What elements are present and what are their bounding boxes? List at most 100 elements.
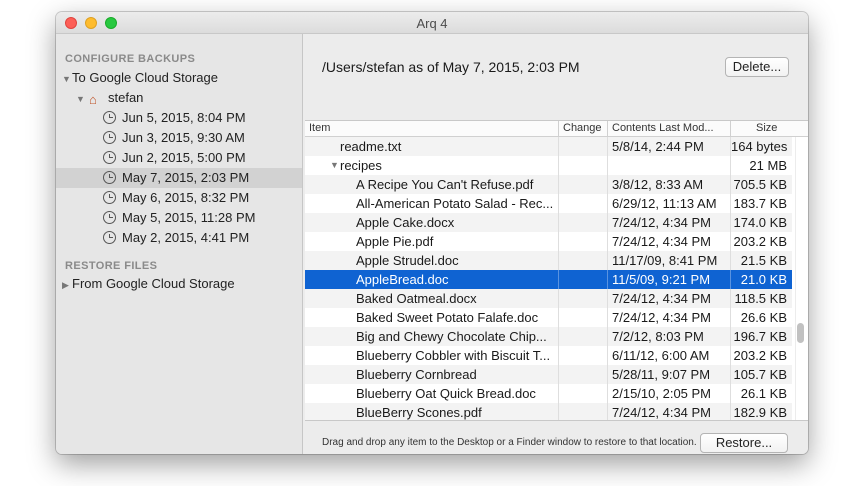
item-size: 174.0 KB — [730, 213, 792, 232]
snapshot-label: Jun 3, 2015, 9:30 AM — [122, 130, 245, 145]
item-change — [558, 327, 607, 346]
title-bar[interactable]: Arq 4 — [56, 12, 808, 34]
table-row[interactable]: Blueberry Cornbread 5/28/11, 9:07 PM 105… — [305, 365, 792, 384]
item-modified: 7/24/12, 4:34 PM — [607, 289, 730, 308]
table-row[interactable]: Blueberry Oat Quick Bread.doc 2/15/10, 2… — [305, 384, 792, 403]
sidebar-item-destination[interactable]: ▼To Google Cloud Storage — [56, 68, 302, 88]
clock-icon — [103, 151, 116, 164]
column-header-item[interactable]: Item — [305, 121, 558, 137]
snapshot-label: Jun 5, 2015, 8:04 PM — [122, 110, 246, 125]
item-modified: 6/29/12, 11:13 AM — [607, 194, 730, 213]
item-modified — [607, 156, 730, 175]
item-name: A Recipe You Can't Refuse.pdf — [356, 177, 534, 192]
item-modified: 11/17/09, 8:41 PM — [607, 251, 730, 270]
sidebar-item-snapshot[interactable]: May 6, 2015, 8:32 PM — [56, 188, 302, 208]
sidebar-item-snapshot[interactable]: Jun 2, 2015, 5:00 PM — [56, 148, 302, 168]
delete-button[interactable]: Delete... — [725, 57, 789, 77]
item-change — [558, 289, 607, 308]
snapshot-label: May 5, 2015, 11:28 PM — [122, 210, 256, 225]
sidebar-item-snapshot[interactable]: Jun 5, 2015, 8:04 PM — [56, 108, 302, 128]
item-size: 182.9 KB — [730, 403, 792, 420]
item-size: 705.5 KB — [730, 175, 792, 194]
table-row-selected[interactable]: AppleBread.doc 11/5/09, 9:21 PM 21.0 KB — [305, 270, 792, 289]
item-modified: 6/11/12, 6:00 AM — [607, 346, 730, 365]
item-size: 21.5 KB — [730, 251, 792, 270]
table-row[interactable]: Blueberry Cobbler with Biscuit T... 6/11… — [305, 346, 792, 365]
item-size: 203.2 KB — [730, 232, 792, 251]
clock-icon — [103, 191, 116, 204]
disclosure-open-icon[interactable]: ▼ — [62, 69, 72, 89]
restore-button[interactable]: Restore... — [700, 433, 788, 453]
clock-icon — [103, 231, 116, 244]
folder-label: stefan — [108, 90, 144, 105]
column-header-change[interactable]: Change — [558, 121, 607, 137]
item-change — [558, 346, 607, 365]
column-header-size[interactable]: Size — [730, 121, 792, 137]
item-change — [558, 365, 607, 384]
restore-hint-text: Drag and drop any item to the Desktop or… — [322, 437, 697, 448]
sidebar-item-snapshot-selected[interactable]: May 7, 2015, 2:03 PM — [56, 168, 302, 188]
scrollbar-thumb[interactable] — [797, 323, 804, 343]
sidebar-item-folder[interactable]: ▼ ⌂ stefan — [56, 88, 302, 108]
clock-icon — [103, 111, 116, 124]
item-size: 183.7 KB — [730, 194, 792, 213]
table-row[interactable]: ▼ recipes 21 MB — [305, 156, 792, 175]
item-change — [558, 251, 607, 270]
item-modified: 2/15/10, 2:05 PM — [607, 384, 730, 403]
item-name: Apple Pie.pdf — [356, 234, 434, 249]
item-size: 26.1 KB — [730, 384, 792, 403]
sidebar-item-snapshot[interactable]: May 5, 2015, 11:28 PM — [56, 208, 302, 228]
item-size: 21.0 KB — [730, 270, 792, 289]
item-change — [558, 213, 607, 232]
disclosure-closed-icon[interactable]: ▶ — [62, 275, 72, 295]
table-header: Item Change Contents Last Mod... Size — [305, 121, 808, 137]
destination-label: To Google Cloud Storage — [72, 70, 218, 85]
table-row[interactable]: All-American Potato Salad - Rec... 6/29/… — [305, 194, 792, 213]
item-change — [558, 403, 607, 420]
clock-icon — [103, 131, 116, 144]
table-row[interactable]: Apple Cake.docx 7/24/12, 4:34 PM 174.0 K… — [305, 213, 792, 232]
sidebar-item-restore-source[interactable]: ▶ From Google Cloud Storage — [56, 274, 302, 294]
item-change — [558, 175, 607, 194]
arq-window: Arq 4 CONFIGURE BACKUPS ▼To Google Cloud… — [56, 12, 808, 454]
column-header-modified[interactable]: Contents Last Mod... — [607, 121, 730, 137]
item-size: 203.2 KB — [730, 346, 792, 365]
item-name: Blueberry Cornbread — [356, 367, 477, 382]
table-row[interactable]: BlueBerry Scones.pdf 7/24/12, 4:34 PM 18… — [305, 403, 792, 420]
sidebar: CONFIGURE BACKUPS ▼To Google Cloud Stora… — [56, 34, 303, 454]
item-size: 164 bytes — [730, 137, 792, 156]
item-change — [558, 137, 607, 156]
item-name: Blueberry Oat Quick Bread.doc — [356, 386, 536, 401]
item-modified: 7/24/12, 4:34 PM — [607, 232, 730, 251]
item-modified: 7/24/12, 4:34 PM — [607, 403, 730, 420]
home-folder-icon: ⌂ — [89, 92, 97, 107]
item-modified: 5/28/11, 9:07 PM — [607, 365, 730, 384]
table-row[interactable]: Baked Oatmeal.docx 7/24/12, 4:34 PM 118.… — [305, 289, 792, 308]
item-size: 196.7 KB — [730, 327, 792, 346]
disclosure-open-icon[interactable]: ▼ — [330, 156, 340, 175]
sidebar-item-snapshot[interactable]: May 2, 2015, 4:41 PM — [56, 228, 302, 248]
table-row[interactable]: Apple Pie.pdf 7/24/12, 4:34 PM 203.2 KB — [305, 232, 792, 251]
item-name: Baked Oatmeal.docx — [356, 291, 477, 306]
scrollbar-track[interactable] — [795, 137, 796, 420]
item-change — [558, 194, 607, 213]
item-modified: 5/8/14, 2:44 PM — [607, 137, 730, 156]
table-row[interactable]: Apple Strudel.doc 11/17/09, 8:41 PM 21.5… — [305, 251, 792, 270]
table-row[interactable]: Big and Chewy Chocolate Chip... 7/2/12, … — [305, 327, 792, 346]
file-table: Item Change Contents Last Mod... Size re… — [305, 120, 808, 421]
table-row[interactable]: A Recipe You Can't Refuse.pdf 3/8/12, 8:… — [305, 175, 792, 194]
item-name: Baked Sweet Potato Falafe.doc — [356, 310, 539, 325]
snapshot-label: Jun 2, 2015, 5:00 PM — [122, 150, 246, 165]
item-modified: 3/8/12, 8:33 AM — [607, 175, 730, 194]
sidebar-item-snapshot[interactable]: Jun 3, 2015, 9:30 AM — [56, 128, 302, 148]
item-modified: 11/5/09, 9:21 PM — [607, 270, 730, 289]
table-row[interactable]: readme.txt 5/8/14, 2:44 PM 164 bytes — [305, 137, 792, 156]
disclosure-open-icon[interactable]: ▼ — [76, 89, 86, 109]
item-name: Apple Strudel.doc — [356, 253, 459, 268]
main-pane: /Users/stefan as of May 7, 2015, 2:03 PM… — [304, 34, 808, 454]
item-modified: 7/24/12, 4:34 PM — [607, 213, 730, 232]
table-row[interactable]: Baked Sweet Potato Falafe.doc 7/24/12, 4… — [305, 308, 792, 327]
item-change — [558, 232, 607, 251]
window-title: Arq 4 — [416, 16, 448, 31]
item-name: Big and Chewy Chocolate Chip... — [356, 329, 547, 344]
